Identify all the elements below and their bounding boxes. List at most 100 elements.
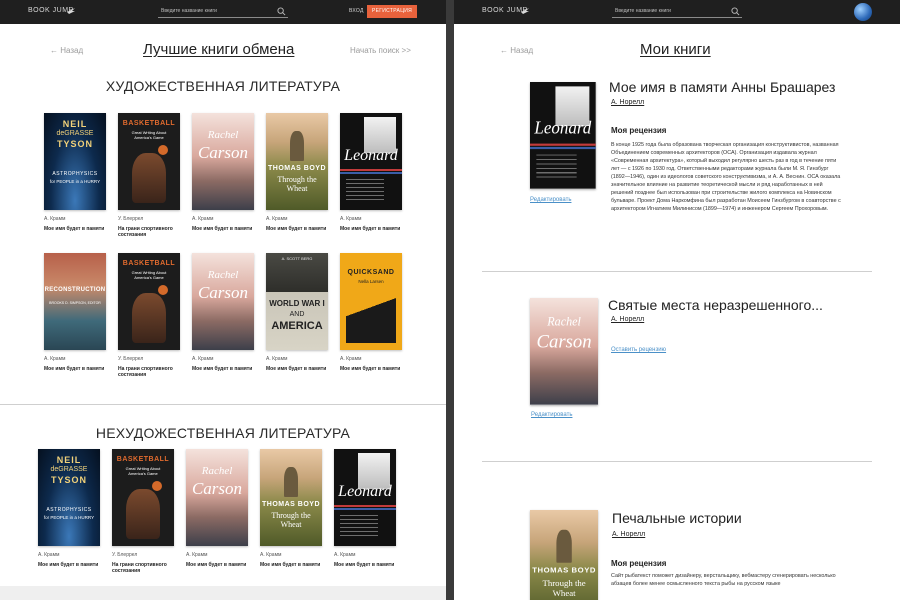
book-author[interactable]: У. Блеррел (112, 552, 174, 558)
book-card[interactable]: NEIL deGRASSE TYSON ASTROPHYSICS for PEO… (38, 449, 100, 568)
page-title: Лучшие книги обмена (143, 41, 295, 58)
search-input[interactable]: Введите название книги (612, 6, 742, 18)
book-title[interactable]: Мое имя будет в памяти (192, 226, 254, 232)
book-title[interactable]: Мое имя будет в памяти (186, 562, 248, 568)
book-card[interactable]: BASKETBALL Great Writing About America's… (112, 449, 174, 574)
book-card[interactable]: Leonard А. Крамм Мое имя будет в памяти (340, 113, 402, 232)
user-avatar[interactable] (854, 3, 872, 21)
book-card[interactable]: Rachel Carson А. Крамм Мое имя будет в п… (192, 253, 254, 372)
book-title[interactable]: Мое имя будет в памяти (44, 226, 106, 232)
cover-line: BASKETBALL (116, 456, 170, 463)
search-placeholder: Введите название книги (615, 8, 671, 14)
start-search-link[interactable]: Начать поиск >> (350, 46, 411, 55)
book-cover[interactable]: THOMAS BOYD Through the Wheat (266, 113, 328, 210)
edit-link[interactable]: Редактировать (531, 412, 572, 418)
book-card[interactable]: BASKETBALL Great Writing About America's… (118, 113, 180, 238)
right-screen: BOOK JUMP Введите название книги ← Назад… (454, 0, 900, 600)
my-book-author[interactable]: А. Норелл (611, 99, 644, 106)
book-author[interactable]: А. Крамм (38, 552, 100, 558)
book-card[interactable]: RECONSTRUCTION BROOKS D. SIMPSON, EDITOR… (44, 253, 106, 372)
book-title[interactable]: Мое имя будет в памяти (192, 366, 254, 372)
left-screen: BOOK JUMP Введите название книги ВХОД РЕ… (0, 0, 446, 600)
cover-line: A. SCOTT BERG (281, 256, 313, 261)
book-card[interactable]: BASKETBALL Great Writing About America's… (118, 253, 180, 378)
book-title[interactable]: Мое имя будет в памяти (340, 366, 402, 372)
cover-line: Through the Wheat (542, 578, 586, 598)
page-bottom-strip (0, 586, 446, 600)
search-input[interactable]: Введите название книги (158, 6, 288, 18)
book-cover[interactable]: NEIL deGRASSE TYSON ASTROPHYSICS for PEO… (44, 113, 106, 210)
back-link[interactable]: ← Назад (500, 46, 533, 55)
fiction-section-title: ХУДОЖЕСТВЕННАЯ ЛИТЕРАТУРА (105, 78, 341, 94)
book-card[interactable]: THOMAS BOYD Through the Wheat А. Крамм М… (260, 449, 322, 568)
my-book-title[interactable]: Мое имя в памяти Анны Брашарез (609, 79, 835, 95)
book-title[interactable]: На грани спортивного состязания (118, 226, 180, 238)
my-book-cover[interactable]: Leonard (530, 82, 596, 189)
book-title[interactable]: Мое имя будет в памяти (266, 366, 328, 372)
book-author[interactable]: А. Крамм (340, 216, 402, 222)
book-cover[interactable]: NEIL deGRASSE TYSON ASTROPHYSICS for PEO… (38, 449, 100, 546)
book-title[interactable]: Мое имя будет в памяти (44, 366, 106, 372)
book-author[interactable]: У. Блеррел (118, 356, 180, 362)
my-book-title[interactable]: Печальные истории (612, 510, 742, 526)
book-author[interactable]: А. Крамм (44, 356, 106, 362)
book-cover[interactable]: Rachel Carson (192, 253, 254, 350)
top-navbar: BOOK JUMP Введите название книги ВХОД РЕ… (0, 0, 446, 24)
book-title[interactable]: Мое имя будет в памяти (260, 562, 322, 568)
book-author[interactable]: У. Блеррел (118, 216, 180, 222)
my-book-cover[interactable]: THOMAS BOYD Through the Wheat (530, 510, 598, 600)
edit-link[interactable]: Редактировать (530, 197, 571, 203)
book-title[interactable]: Мое имя будет в памяти (340, 226, 402, 232)
book-author[interactable]: А. Крамм (44, 216, 106, 222)
screen-gap (446, 0, 454, 600)
book-cover[interactable]: QUICKSAND Nella Larsen (340, 253, 402, 350)
book-cover[interactable]: BASKETBALL Great Writing About America's… (118, 113, 180, 210)
book-author[interactable]: А. Крамм (186, 552, 248, 558)
cover-line: NEIL (56, 455, 82, 465)
book-cover[interactable]: THOMAS BOYD Through the Wheat (260, 449, 322, 546)
book-author[interactable]: А. Крамм (260, 552, 322, 558)
cover-line: Great Writing About America's Game (131, 270, 167, 280)
cover-line: ASTROPHYSICS (52, 171, 98, 177)
book-author[interactable]: А. Крамм (334, 552, 396, 558)
book-author[interactable]: А. Крамм (192, 216, 254, 222)
register-button[interactable]: РЕГИСТРАЦИЯ (367, 5, 417, 18)
my-book-author[interactable]: А. Норелл (612, 531, 645, 538)
book-cover[interactable]: Rachel Carson (192, 113, 254, 210)
back-link[interactable]: ← Назад (50, 46, 83, 55)
book-title[interactable]: Мое имя будет в памяти (334, 562, 396, 568)
book-cover[interactable]: RECONSTRUCTION BROOKS D. SIMPSON, EDITOR (44, 253, 106, 350)
book-card[interactable]: Leonard А. Крамм Мое имя будет в памяти (334, 449, 396, 568)
leave-review-link[interactable]: Оставить рецензию (611, 347, 666, 353)
book-title[interactable]: На грани спортивного состязания (118, 366, 180, 378)
book-cover[interactable]: BASKETBALL Great Writing About America's… (118, 253, 180, 350)
book-author[interactable]: А. Крамм (266, 216, 328, 222)
my-book-title[interactable]: Святые места неразрешенного... (608, 297, 823, 313)
login-link[interactable]: ВХОД (349, 8, 364, 14)
book-card[interactable]: THOMAS BOYD Through the Wheat А. Крамм М… (266, 113, 328, 232)
my-book-cover[interactable]: Rachel Carson (530, 298, 598, 405)
book-cover[interactable]: A. SCOTT BERG WORLD WAR I AND AMERICA (266, 253, 328, 350)
cover-line: Leonard (344, 147, 398, 164)
book-card[interactable]: Rachel Carson А. Крамм Мое имя будет в п… (186, 449, 248, 568)
book-cover[interactable]: BASKETBALL Great Writing About America's… (112, 449, 174, 546)
book-cover[interactable]: Leonard (334, 449, 396, 546)
search-icon[interactable] (731, 7, 740, 16)
cover-line: AMERICA (271, 320, 323, 332)
book-title[interactable]: Мое имя будет в памяти (38, 562, 100, 568)
book-author[interactable]: А. Крамм (192, 356, 254, 362)
book-author[interactable]: А. Крамм (340, 356, 402, 362)
book-card[interactable]: NEIL deGRASSE TYSON ASTROPHYSICS for PEO… (44, 113, 106, 232)
book-card[interactable]: A. SCOTT BERG WORLD WAR I AND AMERICA А.… (266, 253, 328, 372)
my-book-author[interactable]: А. Норелл (611, 316, 644, 323)
book-author[interactable]: А. Крамм (266, 356, 328, 362)
book-title[interactable]: Мое имя будет в памяти (266, 226, 328, 232)
review-heading: Моя рецензия (611, 126, 667, 135)
book-title[interactable]: На грани спортивного состязания (112, 562, 174, 574)
book-cover[interactable]: Rachel Carson (186, 449, 248, 546)
book-card[interactable]: Rachel Carson А. Крамм Мое имя будет в п… (192, 113, 254, 232)
book-card[interactable]: QUICKSAND Nella Larsen А. Крамм Мое имя … (340, 253, 402, 372)
book-cover[interactable]: Leonard (340, 113, 402, 210)
cover-line: RECONSTRUCTION (44, 287, 106, 293)
search-icon[interactable] (277, 7, 286, 16)
